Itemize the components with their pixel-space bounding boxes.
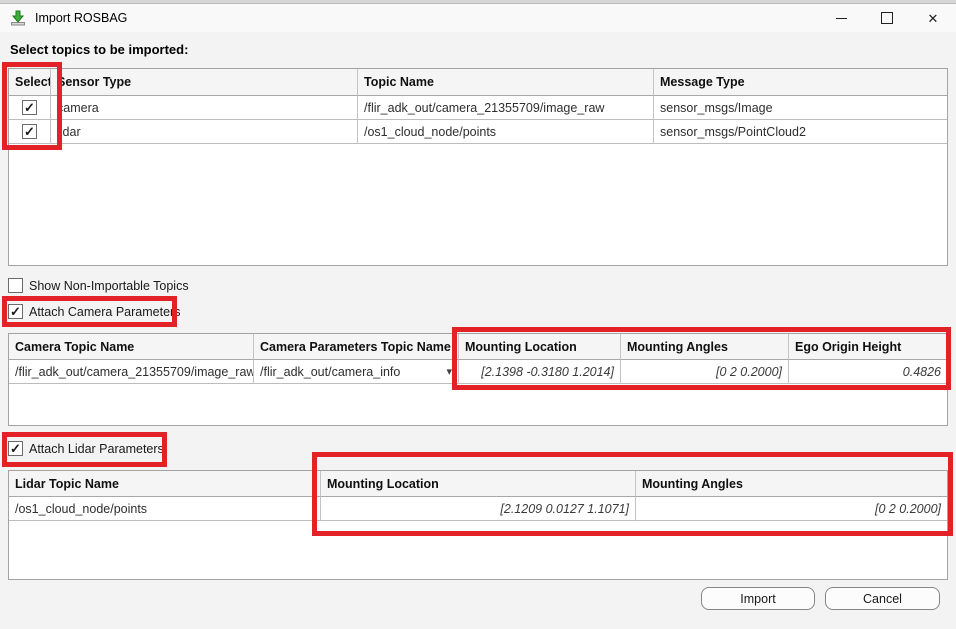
camera-parameters-row: /flir_adk_out/camera_21355709/image_raw … [9, 360, 947, 384]
attach-lidar-checkbox[interactable]: ✓ [8, 441, 23, 456]
page-title: Select topics to be imported: [10, 42, 188, 57]
titlebar: Import ROSBAG ✕ [0, 4, 956, 32]
lidar-parameters-table: Lidar Topic Name Mounting Location Mount… [8, 470, 948, 580]
lidar-parameters-row: /os1_cloud_node/points [2.1209 0.0127 1.… [9, 497, 947, 521]
table-row-lidar[interactable]: ✓ lidar /os1_cloud_node/points sensor_ms… [9, 120, 947, 144]
lidar-mounting-location-field[interactable]: [2.1209 0.0127 1.1071] [321, 497, 636, 521]
show-non-importable-option[interactable]: Show Non-Importable Topics [8, 278, 189, 293]
attach-camera-label: Attach Camera Parameters [29, 305, 180, 319]
topics-table: Select Sensor Type Topic Name Message Ty… [8, 68, 948, 266]
topics-table-header: Select Sensor Type Topic Name Message Ty… [9, 69, 947, 96]
camera-parameters-table: Camera Topic Name Camera Parameters Topi… [8, 333, 948, 426]
close-button[interactable]: ✕ [910, 4, 956, 32]
attach-lidar-option[interactable]: ✓ Attach Lidar Parameters [8, 441, 164, 456]
ego-origin-height-field[interactable]: 0.4826 [789, 360, 947, 384]
col-header-camera-mounting-angles: Mounting Angles [621, 334, 789, 360]
attach-camera-option[interactable]: ✓ Attach Camera Parameters [8, 304, 180, 319]
camera-sensor-type: camera [51, 96, 358, 120]
attach-lidar-label: Attach Lidar Parameters [29, 442, 164, 456]
camera-mounting-location-field[interactable]: [2.1398 -0.3180 1.2014] [459, 360, 621, 384]
maximize-icon [881, 12, 893, 24]
maximize-button[interactable] [864, 4, 910, 32]
lidar-message-type: sensor_msgs/PointCloud2 [654, 120, 947, 144]
col-header-lidar-mounting-location: Mounting Location [321, 471, 636, 497]
col-header-lidar-topic-name: Lidar Topic Name [9, 471, 321, 497]
import-rosbag-dialog: { "colors": { "annotation": "#e32227" },… [0, 0, 956, 629]
col-header-select: Select [9, 69, 51, 96]
table-row-camera[interactable]: ✓ camera /flir_adk_out/camera_21355709/i… [9, 96, 947, 120]
show-non-importable-label: Show Non-Importable Topics [29, 279, 189, 293]
col-header-message-type: Message Type [654, 69, 947, 96]
minimize-icon [836, 18, 847, 19]
lidar-params-topic-name: /os1_cloud_node/points [9, 497, 321, 521]
col-header-topic-name: Topic Name [358, 69, 654, 96]
dropdown-arrow-icon: ▾ [446, 365, 452, 378]
import-button[interactable]: Import [701, 587, 815, 610]
close-icon: ✕ [928, 12, 939, 25]
minimize-button[interactable] [818, 4, 864, 32]
camera-params-topic-name: /flir_adk_out/camera_21355709/image_raw [9, 360, 254, 384]
camera-mounting-angles-field[interactable]: [0 2 0.2000] [621, 360, 789, 384]
import-icon [10, 10, 27, 26]
show-non-importable-checkbox[interactable] [8, 278, 23, 293]
lidar-mounting-angles-field[interactable]: [0 2 0.2000] [636, 497, 947, 521]
camera-message-type: sensor_msgs/Image [654, 96, 947, 120]
camera-table-header: Camera Topic Name Camera Parameters Topi… [9, 334, 947, 360]
lidar-table-header: Lidar Topic Name Mounting Location Mount… [9, 471, 947, 497]
lidar-topic-name: /os1_cloud_node/points [358, 120, 654, 144]
camera-select-checkbox[interactable]: ✓ [22, 100, 37, 115]
lidar-sensor-type: lidar [51, 120, 358, 144]
attach-camera-checkbox[interactable]: ✓ [8, 304, 23, 319]
col-header-camera-mounting-location: Mounting Location [459, 334, 621, 360]
lidar-select-checkbox[interactable]: ✓ [22, 124, 37, 139]
camera-params-topic-dropdown[interactable]: /flir_adk_out/camera_info ▾ [254, 360, 459, 384]
col-header-lidar-mounting-angles: Mounting Angles [636, 471, 947, 497]
window-title: Import ROSBAG [35, 11, 127, 25]
col-header-camera-topic-name: Camera Topic Name [9, 334, 254, 360]
cancel-button[interactable]: Cancel [825, 587, 940, 610]
col-header-sensor-type: Sensor Type [51, 69, 358, 96]
col-header-camera-params-topic: Camera Parameters Topic Name [254, 334, 459, 360]
col-header-ego-origin-height: Ego Origin Height [789, 334, 947, 360]
camera-topic-name: /flir_adk_out/camera_21355709/image_raw [358, 96, 654, 120]
